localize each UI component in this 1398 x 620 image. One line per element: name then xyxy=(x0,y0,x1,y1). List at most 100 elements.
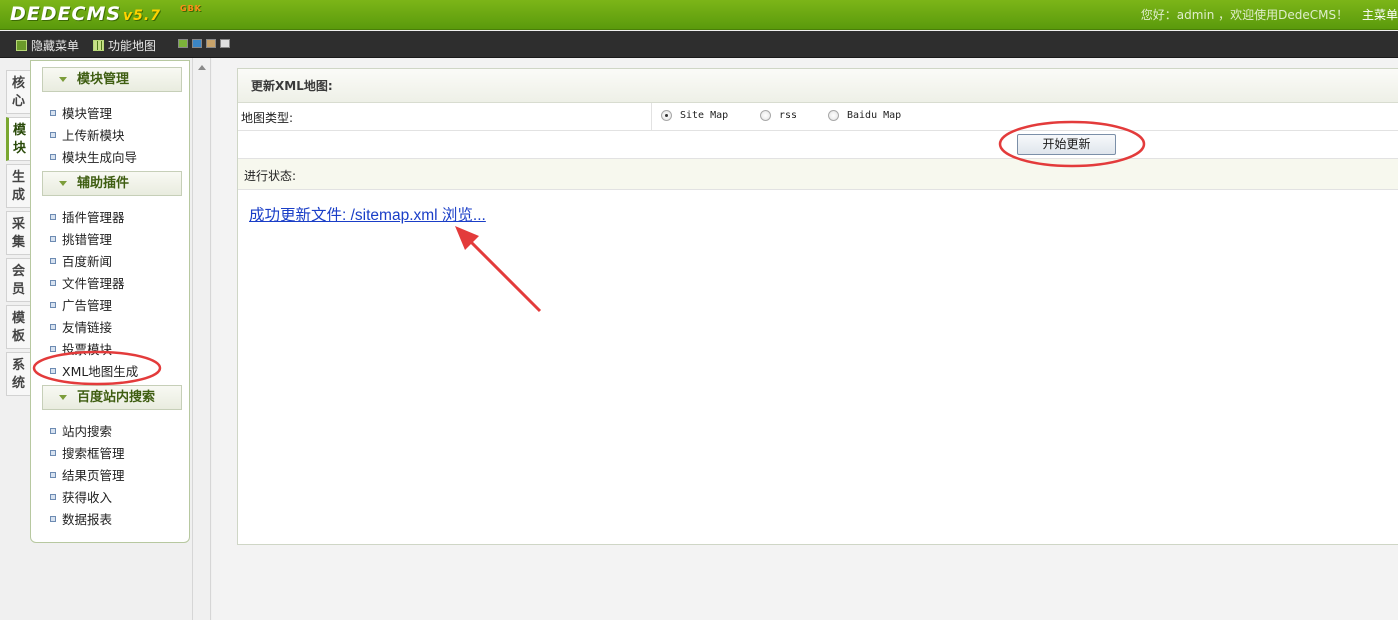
bullet-icon xyxy=(50,279,56,286)
logo-badge: GBK xyxy=(180,4,202,13)
sidebar-menu-item[interactable]: 模块管理 xyxy=(50,103,112,122)
grid-icon xyxy=(93,40,104,51)
sidebar-menu-item[interactable]: 数据报表 xyxy=(50,509,112,528)
menu-item-label: 挑错管理 xyxy=(62,232,113,247)
bullet-icon xyxy=(50,153,56,160)
tab-3[interactable]: 采 集 xyxy=(6,211,30,255)
sidebar-menu-item[interactable]: 搜索框管理 xyxy=(50,443,125,462)
sidebar-menu-item[interactable]: 百度新闻 xyxy=(50,251,112,270)
menu-item-label: 模块生成向导 xyxy=(62,150,138,165)
radio-sitemap-button[interactable] xyxy=(661,110,672,121)
bullet-icon xyxy=(50,131,56,138)
menu-group-title: 辅助插件 xyxy=(77,176,130,191)
sidebar-menu-item[interactable]: 模块生成向导 xyxy=(50,147,137,166)
sidebar-menu-item[interactable]: 结果页管理 xyxy=(50,465,125,484)
sidebar-menu-item[interactable]: 上传新模块 xyxy=(50,125,125,144)
tab-6[interactable]: 系 统 xyxy=(6,352,30,396)
bullet-icon xyxy=(50,109,56,116)
sitemap-result-link[interactable]: 成功更新文件: /sitemap.xml 浏览... xyxy=(249,203,486,225)
logo-version: v5.7 xyxy=(123,8,161,24)
menu-item-label: 获得收入 xyxy=(62,490,113,505)
tab-4[interactable]: 会 员 xyxy=(6,258,30,302)
map-type-label: 地图类型: xyxy=(241,111,294,125)
hide-menu-icon xyxy=(16,40,27,51)
main-menu-link[interactable]: 主菜单 xyxy=(1362,8,1398,22)
menu-group-title: 百度站内搜索 xyxy=(77,390,156,405)
bullet-icon xyxy=(50,449,56,456)
tab-5[interactable]: 模 板 xyxy=(6,305,30,349)
menu-group-header[interactable]: 模块管理 xyxy=(42,67,182,92)
function-map-button[interactable]: 功能地图 xyxy=(93,37,156,54)
radio-rss-label: rss xyxy=(779,110,798,121)
skin-gray-swatch[interactable] xyxy=(220,39,230,48)
radio-baidu-map-label: Baidu Map xyxy=(847,110,902,121)
welcome-text: 您好：admin ，欢迎使用DedeCMS！ 主菜单 xyxy=(1141,6,1398,23)
radio-rss-button[interactable] xyxy=(760,110,771,121)
bullet-icon xyxy=(50,213,56,220)
menu-item-label: 文件管理器 xyxy=(62,276,125,291)
radio-sitemap-label: Site Map xyxy=(680,110,729,121)
skin-blue-swatch[interactable] xyxy=(192,39,202,48)
menu-item-label: 搜索框管理 xyxy=(62,446,125,461)
menu-item-label: 插件管理器 xyxy=(62,210,125,225)
sidebar-menu-item[interactable]: 文件管理器 xyxy=(50,273,125,292)
menu-group-header[interactable]: 百度站内搜索 xyxy=(42,385,182,410)
radio-baidu-map[interactable]: Baidu Map xyxy=(828,110,901,121)
hide-menu-button[interactable]: 隐藏菜单 xyxy=(16,37,79,54)
skin-green-swatch[interactable] xyxy=(178,39,188,48)
button-row: 开始更新 xyxy=(238,131,1398,159)
bullet-icon xyxy=(50,301,56,308)
radio-sitemap[interactable]: Site Map xyxy=(661,110,728,121)
toolbar: 隐藏菜单 功能地图 xyxy=(0,31,1398,58)
xml-map-panel: 更新XML地图: 地图类型: Site Map rss Baidu Map 开始… xyxy=(237,68,1398,545)
sidebar-menu-item[interactable]: 友情链接 xyxy=(50,317,112,336)
menu-item-label: 数据报表 xyxy=(62,512,113,527)
scroll-up-icon[interactable] xyxy=(198,65,206,70)
dedecms-logo[interactable]: DEDECMS v5.7 GBK xyxy=(10,3,201,25)
menu-item-label: 投票模块 xyxy=(62,342,113,357)
sidebar-menu-item[interactable]: 投票模块 xyxy=(50,339,112,358)
column-divider xyxy=(651,103,652,131)
bullet-icon xyxy=(50,345,56,352)
bullet-icon xyxy=(50,367,56,374)
sidebar-scrollbar[interactable] xyxy=(192,58,211,620)
main-content: 更新XML地图: 地图类型: Site Map rss Baidu Map 开始… xyxy=(212,58,1398,620)
chevron-down-icon xyxy=(59,181,67,186)
sidebar-menu-item[interactable]: 挑错管理 xyxy=(50,229,112,248)
status-label: 进行状态: xyxy=(244,169,297,183)
bullet-icon xyxy=(50,515,56,522)
start-update-button[interactable]: 开始更新 xyxy=(1017,134,1116,155)
menu-item-label: 模块管理 xyxy=(62,106,113,121)
chevron-down-icon xyxy=(59,395,67,400)
bullet-icon xyxy=(50,493,56,500)
sidebar-menu-item[interactable]: 获得收入 xyxy=(50,487,112,506)
menu-item-label: 广告管理 xyxy=(62,298,113,313)
menu-item-label: XML地图生成 xyxy=(62,364,139,379)
menu-item-label: 百度新闻 xyxy=(62,254,113,269)
tab-2[interactable]: 生 成 xyxy=(6,164,30,208)
bullet-icon xyxy=(50,471,56,478)
map-type-row: 地图类型: Site Map rss Baidu Map xyxy=(238,103,1398,131)
chevron-down-icon xyxy=(59,77,67,82)
sidebar-menu-item[interactable]: XML地图生成 xyxy=(50,361,138,380)
menu-item-label: 友情链接 xyxy=(62,320,113,335)
status-row: 进行状态: xyxy=(238,159,1398,190)
menu-item-label: 结果页管理 xyxy=(62,468,125,483)
sidebar-menu-item[interactable]: 插件管理器 xyxy=(50,207,125,226)
sidebar-menu-item[interactable]: 广告管理 xyxy=(50,295,112,314)
function-map-label: 功能地图 xyxy=(108,39,157,53)
category-tabs: 核 心模 块生 成采 集会 员模 板系 统 xyxy=(6,70,30,399)
tab-1[interactable]: 模 块 xyxy=(6,117,30,161)
skin-brown-swatch[interactable] xyxy=(206,39,216,48)
radio-rss[interactable]: rss xyxy=(760,110,797,121)
hide-menu-label: 隐藏菜单 xyxy=(31,39,80,53)
menu-group-title: 模块管理 xyxy=(77,72,130,87)
sidebar-menu-item[interactable]: 站内搜索 xyxy=(50,421,112,440)
welcome-message: 您好：admin ，欢迎使用DedeCMS！ xyxy=(1140,8,1349,22)
top-header: DEDECMS v5.7 GBK 您好：admin ，欢迎使用DedeCMS！ 主… xyxy=(0,0,1398,30)
sidebar-menu: 模块管理 模块管理 上传新模块 模块生成向导 辅助插件 插件管理器 挑错管理 百度新闻 文件管理… xyxy=(30,60,190,543)
menu-item-label: 站内搜索 xyxy=(62,424,113,439)
tab-0[interactable]: 核 心 xyxy=(6,70,30,114)
radio-baidu-map-button[interactable] xyxy=(828,110,839,121)
menu-group-header[interactable]: 辅助插件 xyxy=(42,171,182,196)
